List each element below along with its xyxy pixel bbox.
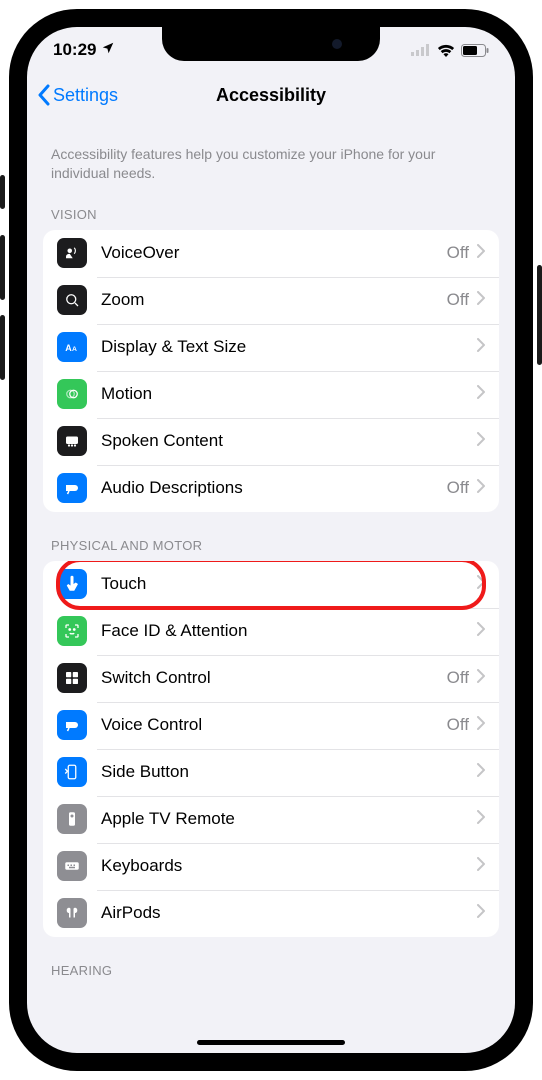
- row-touch[interactable]: Touch: [43, 561, 499, 608]
- row-value: Off: [447, 715, 469, 735]
- row-display-text-size[interactable]: AA Display & Text Size: [43, 324, 499, 371]
- spoken-content-icon: [57, 426, 87, 456]
- chevron-right-icon: [477, 479, 485, 498]
- row-value: Off: [447, 290, 469, 310]
- back-button[interactable]: Settings: [37, 84, 118, 106]
- chevron-right-icon: [477, 810, 485, 829]
- row-label: Spoken Content: [101, 431, 477, 451]
- screen: 10:29 Settings Accessibility Accessibili…: [27, 27, 515, 1053]
- row-voiceover[interactable]: VoiceOver Off: [43, 230, 499, 277]
- chevron-right-icon: [477, 291, 485, 310]
- status-time: 10:29: [53, 40, 96, 60]
- chevron-right-icon: [477, 432, 485, 451]
- nav-bar: Settings Accessibility: [27, 73, 515, 117]
- apple-tv-remote-icon: [57, 804, 87, 834]
- voice-control-icon: [57, 710, 87, 740]
- chevron-right-icon: [477, 904, 485, 923]
- row-keyboards[interactable]: Keyboards: [43, 843, 499, 890]
- row-label: Audio Descriptions: [101, 478, 447, 498]
- chevron-right-icon: [477, 716, 485, 735]
- row-label: Keyboards: [101, 856, 477, 876]
- row-switch-control[interactable]: Switch Control Off: [43, 655, 499, 702]
- row-value: Off: [447, 243, 469, 263]
- row-airpods[interactable]: AirPods: [43, 890, 499, 937]
- row-label: Display & Text Size: [101, 337, 477, 357]
- section-header-hearing: HEARING: [43, 937, 499, 986]
- row-value: Off: [447, 478, 469, 498]
- row-label: Apple TV Remote: [101, 809, 477, 829]
- row-label: AirPods: [101, 903, 477, 923]
- audio-descriptions-icon: [57, 473, 87, 503]
- row-voice-control[interactable]: Voice Control Off: [43, 702, 499, 749]
- battery-icon: [461, 44, 489, 57]
- intro-text: Accessibility features help you customiz…: [43, 117, 499, 201]
- touch-icon: [57, 569, 87, 599]
- home-indicator[interactable]: [197, 1040, 345, 1045]
- row-label: Zoom: [101, 290, 447, 310]
- chevron-right-icon: [477, 575, 485, 594]
- row-zoom[interactable]: Zoom Off: [43, 277, 499, 324]
- chevron-right-icon: [477, 857, 485, 876]
- row-spoken-content[interactable]: Spoken Content: [43, 418, 499, 465]
- chevron-right-icon: [477, 669, 485, 688]
- airpods-icon: [57, 898, 87, 928]
- motion-icon: [57, 379, 87, 409]
- row-label: Motion: [101, 384, 477, 404]
- back-label: Settings: [53, 85, 118, 106]
- row-label: VoiceOver: [101, 243, 447, 263]
- chevron-right-icon: [477, 244, 485, 263]
- section-header-vision: VISION: [43, 201, 499, 230]
- group-vision: VoiceOver Off Zoom Off AA Display & Text…: [43, 230, 499, 512]
- wifi-icon: [437, 44, 455, 57]
- phone-frame: 10:29 Settings Accessibility Accessibili…: [9, 9, 533, 1071]
- row-label: Side Button: [101, 762, 477, 782]
- section-header-physical: PHYSICAL AND MOTOR: [43, 512, 499, 561]
- voiceover-icon: [57, 238, 87, 268]
- chevron-right-icon: [477, 385, 485, 404]
- cellular-signal-icon: [411, 44, 431, 56]
- row-motion[interactable]: Motion: [43, 371, 499, 418]
- chevron-right-icon: [477, 338, 485, 357]
- chevron-right-icon: [477, 763, 485, 782]
- row-audio-descriptions[interactable]: Audio Descriptions Off: [43, 465, 499, 512]
- textsize-icon: AA: [57, 332, 87, 362]
- row-label: Face ID & Attention: [101, 621, 477, 641]
- row-label: Voice Control: [101, 715, 447, 735]
- row-side-button[interactable]: Side Button: [43, 749, 499, 796]
- row-label: Touch: [101, 574, 477, 594]
- notch: [162, 27, 380, 61]
- zoom-icon: [57, 285, 87, 315]
- faceid-icon: [57, 616, 87, 646]
- svg-text:A: A: [72, 346, 77, 353]
- chevron-right-icon: [477, 622, 485, 641]
- row-label: Switch Control: [101, 668, 447, 688]
- side-button-icon: [57, 757, 87, 787]
- group-physical: Touch Face ID & Attention Switch Control…: [43, 561, 499, 937]
- row-faceid[interactable]: Face ID & Attention: [43, 608, 499, 655]
- row-apple-tv-remote[interactable]: Apple TV Remote: [43, 796, 499, 843]
- keyboards-icon: [57, 851, 87, 881]
- svg-text:A: A: [65, 343, 72, 353]
- row-value: Off: [447, 668, 469, 688]
- switch-control-icon: [57, 663, 87, 693]
- location-icon: [101, 40, 115, 60]
